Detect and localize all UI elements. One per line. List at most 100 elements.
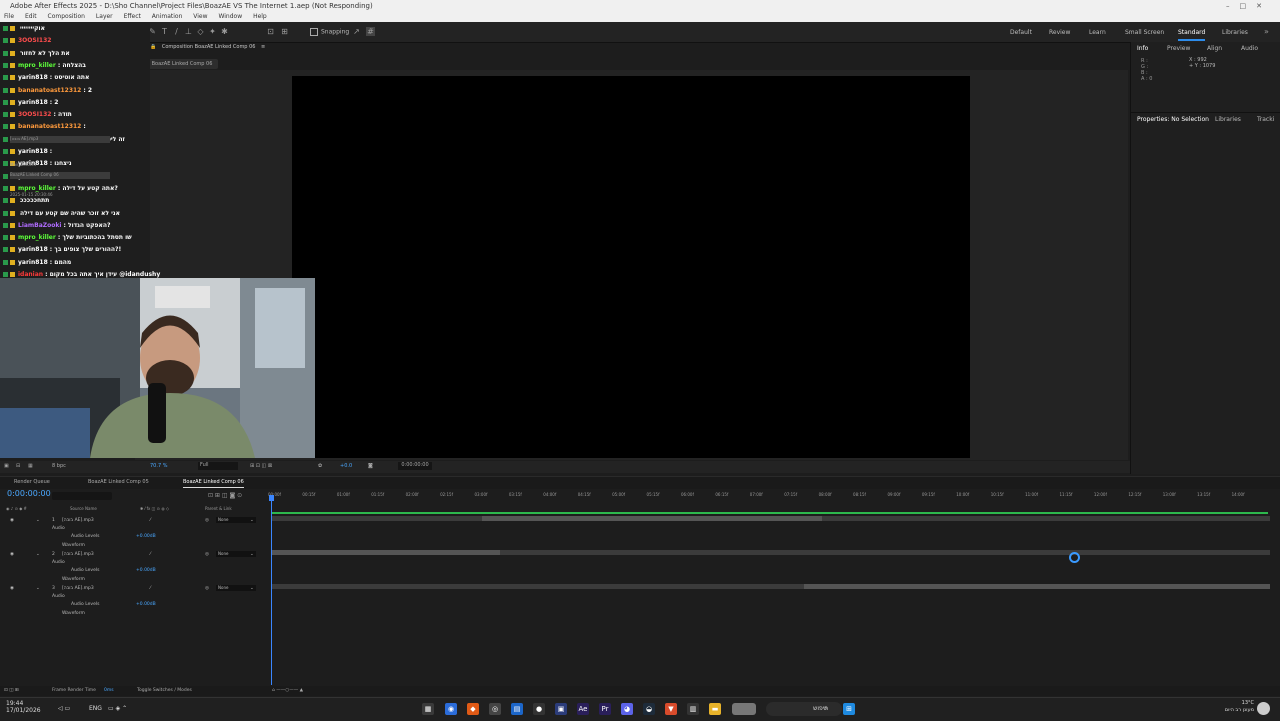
start-icon[interactable]: ⊞: [843, 703, 855, 715]
snapshot-icon[interactable]: ▣: [4, 463, 9, 469]
visibility-icon[interactable]: ◉: [10, 516, 14, 525]
waveform-group[interactable]: Waveform: [62, 575, 85, 584]
tab-comp-06[interactable]: BoazAE Linked Comp 06: [183, 479, 244, 488]
weather-widget[interactable]: 13°C מעונן רב היום: [1210, 700, 1254, 714]
tab-tracker[interactable]: Tracki: [1257, 116, 1274, 123]
parent-pickwhip-icon[interactable]: ◎: [205, 584, 209, 593]
composition-canvas[interactable]: [292, 76, 970, 458]
timeline-search-input[interactable]: [52, 492, 112, 500]
audio-group[interactable]: Audio: [52, 524, 65, 533]
view-options-icon[interactable]: ⊞ ⊡ ◫ ⊠: [250, 463, 272, 469]
waveform-group[interactable]: Waveform: [62, 609, 85, 618]
region-icon[interactable]: ⊟: [16, 463, 20, 469]
timeline-switch-icons[interactable]: ⊡ ⊞ ◫ ◙ ⊙: [208, 492, 242, 499]
menu-composition[interactable]: Composition: [48, 13, 85, 20]
app-icon[interactable]: ◆: [467, 703, 479, 715]
tab-preview[interactable]: Preview: [1167, 45, 1190, 52]
layer-row[interactable]: ◉ ⌄ 2 [בובה AE].mp3 ⁄ ◎ None ⌄: [0, 550, 270, 559]
workspace-standard[interactable]: Standard: [1178, 29, 1206, 41]
workspace-libraries[interactable]: Libraries: [1222, 29, 1248, 36]
audio-group[interactable]: Audio: [52, 558, 65, 567]
grid-icon[interactable]: #: [366, 27, 375, 36]
files-icon[interactable]: ▤: [511, 703, 523, 715]
clone-tool-icon[interactable]: ⊥: [184, 27, 193, 36]
source-name-header[interactable]: Source Name: [70, 506, 97, 511]
workspace-menu-icon[interactable]: »: [1262, 27, 1271, 36]
photoshop-icon[interactable]: ▣: [555, 703, 567, 715]
menu-help[interactable]: Help: [253, 13, 267, 20]
layer-switch-icon[interactable]: ⁄: [150, 516, 151, 525]
steam-icon[interactable]: ◒: [643, 703, 655, 715]
explorer-icon[interactable]: ▬: [709, 703, 721, 715]
search-highlight-icon[interactable]: [732, 703, 756, 715]
menu-effect[interactable]: Effect: [124, 13, 141, 20]
layer-switch-icon[interactable]: ⁄: [150, 584, 151, 593]
snap-options-icon[interactable]: ↗: [352, 27, 361, 36]
axis2-icon[interactable]: ⊞: [280, 27, 289, 36]
layer-name[interactable]: [בובה AE].mp3: [62, 550, 132, 559]
dropdown-chevron-icon[interactable]: ⌄: [250, 516, 254, 525]
brave-icon[interactable]: ▼: [665, 703, 677, 715]
parent-pickwhip-icon[interactable]: ◎: [205, 516, 209, 525]
obs-icon[interactable]: ●: [533, 703, 545, 715]
task-view-icon[interactable]: ▦: [422, 703, 434, 715]
taskbar-search[interactable]: חיפוש: [766, 702, 842, 716]
visibility-icon[interactable]: ◉: [10, 550, 14, 559]
tab-libraries[interactable]: Libraries: [1215, 116, 1241, 123]
composition-tab[interactable]: BoazAE Linked Comp 06: [146, 59, 218, 69]
tab-info[interactable]: Info: [1137, 45, 1148, 52]
zoom-level[interactable]: 70.7 %: [150, 463, 167, 469]
menu-edit[interactable]: Edit: [25, 13, 37, 20]
zoom-slider[interactable]: ⌂ ——○—— ▲: [272, 688, 303, 693]
browser-icon[interactable]: ◉: [445, 703, 457, 715]
axis-icon[interactable]: ⊡: [266, 27, 275, 36]
expand-chevron-icon[interactable]: ⌄: [36, 550, 40, 559]
timeline-current-time[interactable]: 0:00:00:00: [7, 489, 51, 498]
after-effects-icon[interactable]: Ae: [577, 703, 589, 715]
audio-levels-value[interactable]: +0.00dB: [136, 532, 156, 541]
exposure-value[interactable]: +0.0: [340, 463, 352, 469]
store-icon[interactable]: ▥: [687, 703, 699, 715]
workspace-small-screen[interactable]: Small Screen: [1125, 29, 1164, 36]
clock[interactable]: 19:44 17/01/2026: [6, 700, 41, 714]
tab-properties[interactable]: Properties: No Selection: [1137, 116, 1209, 123]
eraser-tool-icon[interactable]: ◇: [196, 27, 205, 36]
roto-tool-icon[interactable]: ✦: [208, 27, 217, 36]
project-item[interactable]: [בובה AE].mp3: [10, 136, 110, 143]
type-tool-icon[interactable]: T: [160, 27, 169, 36]
layer-name[interactable]: [בובה AE].mp3: [62, 516, 132, 525]
brush-tool-icon[interactable]: /: [172, 27, 181, 36]
layer-name[interactable]: [בובה AE].mp3: [62, 584, 132, 593]
waveform-group[interactable]: Waveform: [62, 541, 85, 550]
footer-icons[interactable]: ⊡ ◫ ⊞: [4, 688, 19, 693]
workspace-learn[interactable]: Learn: [1089, 29, 1106, 36]
visibility-icon[interactable]: ◉: [10, 584, 14, 593]
bpc-indicator[interactable]: 8 bpc: [52, 463, 66, 469]
tab-audio[interactable]: Audio: [1241, 45, 1258, 52]
expand-chevron-icon[interactable]: ⌄: [36, 584, 40, 593]
lock-icon[interactable]: 🔒: [150, 44, 156, 50]
layer-switch-icon[interactable]: ⁄: [150, 550, 151, 559]
menu-view[interactable]: View: [193, 13, 207, 20]
chrome-icon[interactable]: ◎: [489, 703, 501, 715]
snapshot-camera-icon[interactable]: ◙: [368, 463, 373, 469]
tab-render-queue[interactable]: Render Queue: [14, 479, 50, 485]
camera-icon[interactable]: ✿: [318, 463, 322, 469]
puppet-tool-icon[interactable]: ✱: [220, 27, 229, 36]
dropdown-chevron-icon[interactable]: ⌄: [250, 584, 254, 593]
expand-chevron-icon[interactable]: ⌄: [36, 516, 40, 525]
time-ruler[interactable]: 00:00f 00:15f 01:00f 01:15f 02:00f 02:15f 03:0…: [268, 492, 1272, 502]
tray-icons[interactable]: ◁ ▭: [58, 705, 70, 712]
audio-group[interactable]: Audio: [52, 592, 65, 601]
tab-align[interactable]: Align: [1207, 45, 1222, 52]
input-language[interactable]: ENG: [89, 705, 102, 712]
resolution-select[interactable]: Full: [198, 462, 238, 470]
project-item[interactable]: BoazAE Linked Comp 06: [10, 172, 110, 179]
tab-comp-05[interactable]: BoazAE Linked Comp 05: [88, 479, 149, 485]
audio-levels-value[interactable]: +0.00dB: [136, 600, 156, 609]
layer-row[interactable]: ◉ ⌄ 1 [בובה AE].mp3 ⁄ ◎ None ⌄: [0, 516, 270, 525]
menu-file[interactable]: File: [4, 13, 14, 20]
menu-animation[interactable]: Animation: [152, 13, 183, 20]
parent-link-header[interactable]: Parent & Link: [205, 506, 232, 511]
viewer-timecode[interactable]: 0:00:00:00: [398, 462, 432, 470]
